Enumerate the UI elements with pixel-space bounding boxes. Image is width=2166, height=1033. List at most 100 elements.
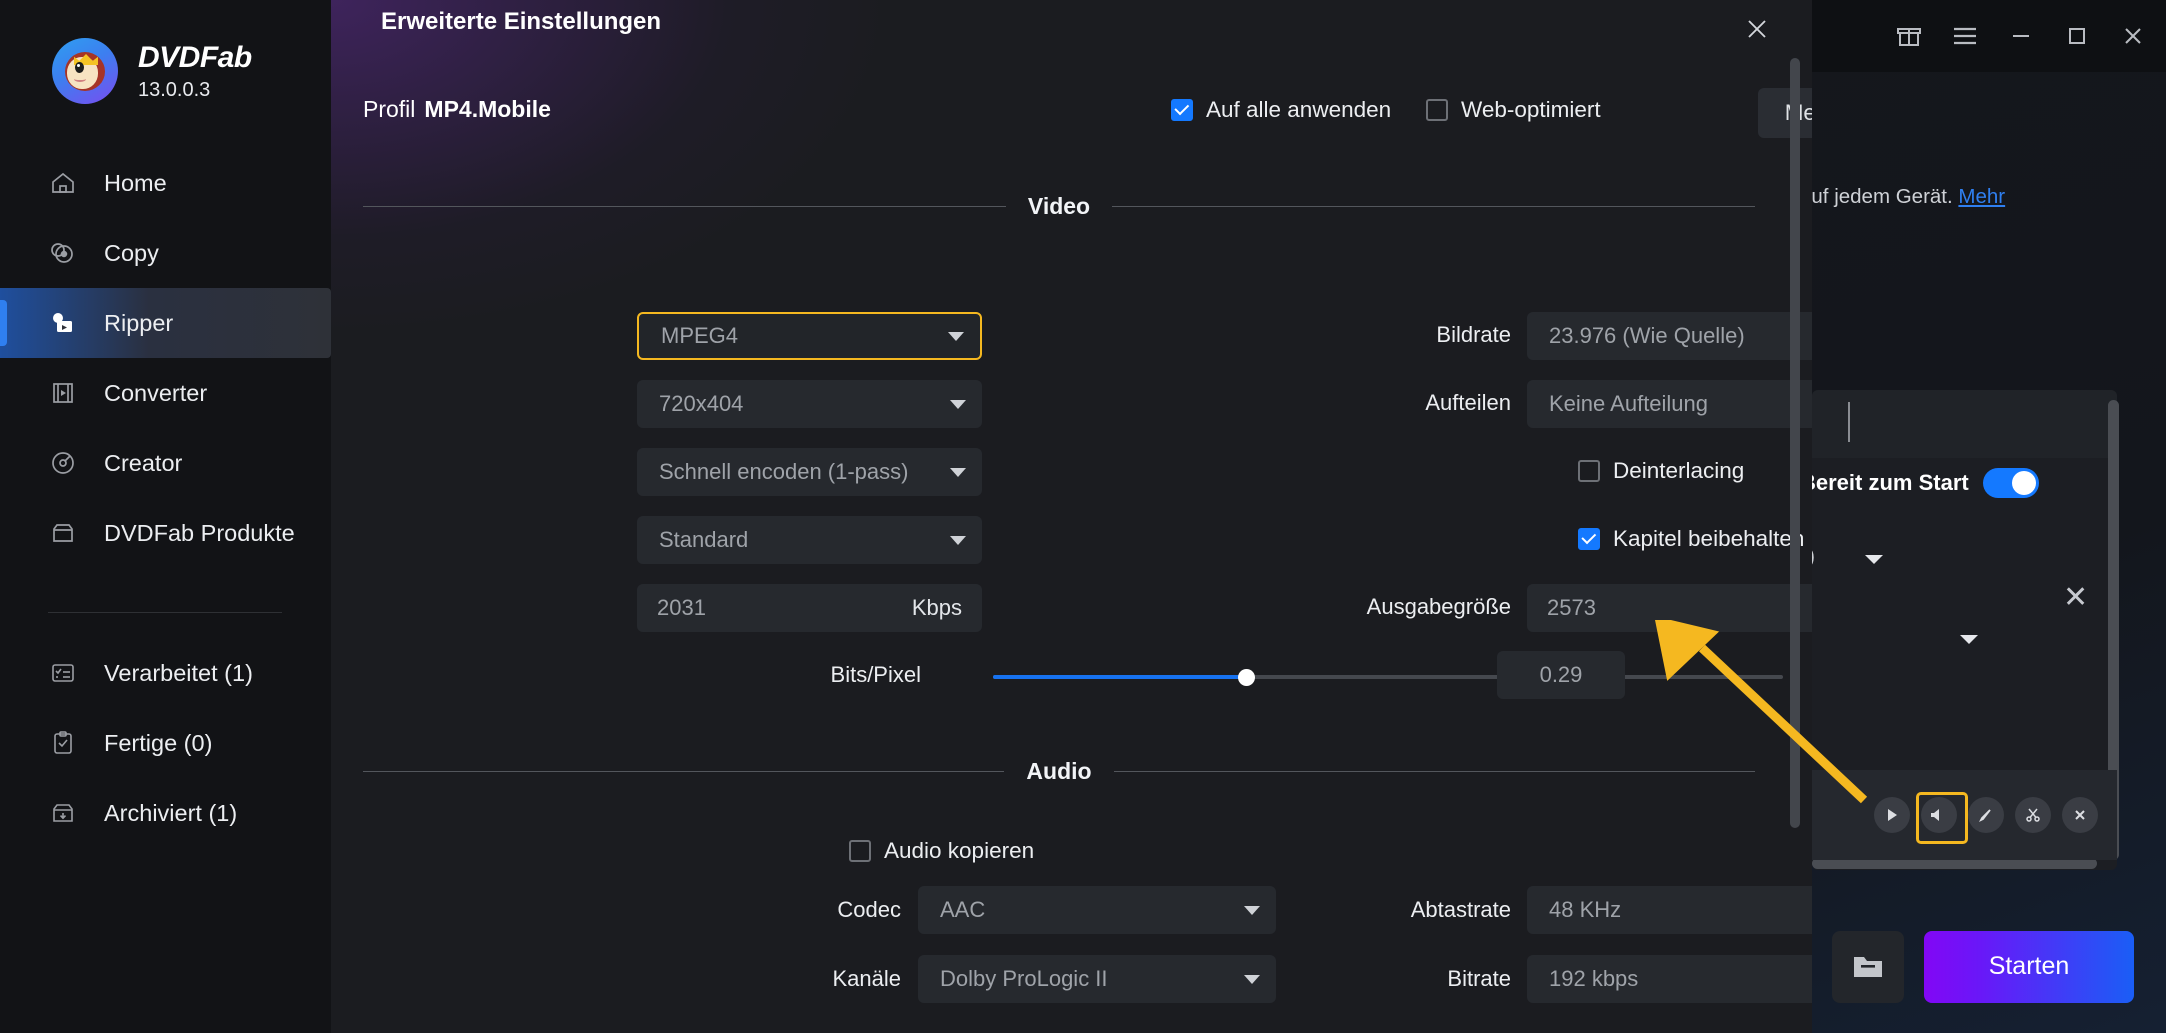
- chevron-down-icon: [1244, 975, 1260, 984]
- framerate-select[interactable]: 23.976 (Wie Quelle): [1527, 312, 1812, 360]
- apply-to-all-checkbox[interactable]: Auf alle anwenden: [1171, 97, 1391, 123]
- video-bitrate-unit: Kbps: [912, 595, 962, 621]
- sidebar-item-archiviert[interactable]: Archiviert (1): [0, 778, 331, 848]
- divider-line-right: [1114, 771, 1755, 772]
- chevron-down-icon: [1244, 906, 1260, 915]
- play-icon[interactable]: [1874, 797, 1910, 833]
- audio-icon[interactable]: [1921, 797, 1957, 833]
- brand-name: DVDFab: [138, 41, 252, 75]
- checkbox-label: Kapitel beibehalten: [1613, 526, 1804, 552]
- video-bitrate-input[interactable]: 2031 Kbps: [637, 584, 982, 632]
- checkbox-label: Audio kopieren: [884, 838, 1034, 864]
- audio-codec-label: Codec: [721, 897, 901, 923]
- sidebar-item-fertige[interactable]: Fertige (0): [0, 708, 331, 778]
- sidebar-item-label: Converter: [104, 380, 207, 407]
- remove-icon[interactable]: [2062, 797, 2098, 833]
- output-size-value: 2573: [1547, 595, 1812, 621]
- sidebar-item-label: Archiviert (1): [104, 800, 237, 827]
- divider-line-left: [363, 771, 1004, 772]
- copy-audio-checkbox[interactable]: Audio kopieren: [849, 838, 1034, 864]
- sidebar-item-creator[interactable]: Creator: [0, 428, 331, 498]
- audio-section-title: Audio: [1004, 758, 1113, 785]
- sidebar-item-label: Home: [104, 170, 167, 197]
- web-optimized-checkbox[interactable]: Web-optimiert: [1426, 97, 1601, 123]
- encoding-method-value: Schnell encoden (1-pass): [659, 459, 942, 485]
- video-codec-select[interactable]: MPEG4: [637, 312, 982, 360]
- framerate-value: 23.976 (Wie Quelle): [1549, 323, 1812, 349]
- promo-text: auf jedem Gerät. Mehr: [1800, 185, 2100, 209]
- menu-icon[interactable]: [1942, 13, 1988, 59]
- sidebar-item-home[interactable]: Home: [0, 148, 331, 218]
- sidebar-item-label: DVDFab Produkte: [104, 520, 295, 547]
- profile-row: ProfilMP4.Mobile Auf alle anwenden Web-o…: [331, 88, 1812, 140]
- sidebar-item-label: Copy: [104, 240, 159, 267]
- maximize-icon[interactable]: [2054, 13, 2100, 59]
- sidebar-nav: Home Copy Ripper: [0, 148, 331, 568]
- sidebar-item-label: Ripper: [104, 310, 173, 337]
- advanced-settings-dialog: Erweiterte Einstellungen ProfilMP4.Mobil…: [331, 0, 1812, 1033]
- folder-icon[interactable]: [1832, 931, 1904, 1003]
- bits-per-pixel-slider[interactable]: [993, 665, 1783, 689]
- sidebar-item-dvdfab-produkte[interactable]: DVDFab Produkte: [0, 498, 331, 568]
- checkbox-label: Auf alle anwenden: [1206, 97, 1391, 123]
- close-icon[interactable]: [1734, 6, 1780, 52]
- task-dropdown-caret-2[interactable]: [1960, 635, 1978, 644]
- keep-chapters-checkbox[interactable]: Kapitel beibehalten: [1578, 526, 1804, 552]
- slider-thumb[interactable]: [1238, 669, 1255, 686]
- bits-per-pixel-input[interactable]: 0.29: [1497, 651, 1625, 699]
- sample-rate-select[interactable]: 48 KHz: [1527, 886, 1812, 934]
- ready-to-start-label: Bereit zum Start: [1800, 470, 1969, 496]
- sidebar-item-label: Fertige (0): [104, 730, 212, 757]
- audio-channels-select[interactable]: Dolby ProLogic II: [918, 955, 1276, 1003]
- split-value: Keine Aufteilung: [1549, 391, 1812, 417]
- copy-disc-icon: [48, 238, 78, 268]
- checkbox-box: [849, 840, 871, 862]
- video-quality-select[interactable]: Standard: [637, 516, 982, 564]
- audio-bitrate-select[interactable]: 192 kbps: [1527, 955, 1812, 1003]
- profile-value: MP4.Mobile: [424, 96, 551, 122]
- sidebar-item-ripper[interactable]: Ripper: [0, 288, 331, 358]
- checkbox-label: Web-optimiert: [1461, 97, 1601, 123]
- converter-film-icon: [48, 378, 78, 408]
- sidebar-item-converter[interactable]: Converter: [0, 358, 331, 428]
- output-size-input[interactable]: 2573 MB: [1527, 584, 1812, 632]
- video-section-title: Video: [1006, 193, 1112, 220]
- sidebar-nav-lower: Verarbeitet (1) Fertige (0): [0, 638, 331, 848]
- sidebar-item-label: Creator: [104, 450, 182, 477]
- encoding-method-select[interactable]: Schnell encoden (1-pass): [637, 448, 982, 496]
- text-cursor: [1848, 402, 1850, 442]
- brand: DVDFab 13.0.0.3: [52, 38, 252, 104]
- dialog-title: Erweiterte Einstellungen: [381, 8, 661, 36]
- scissors-icon[interactable]: [2015, 797, 2051, 833]
- home-icon: [48, 168, 78, 198]
- promo-text-label: auf jedem Gerät.: [1800, 185, 1953, 208]
- audio-channels-value: Dolby ProLogic II: [940, 966, 1236, 992]
- resolution-select[interactable]: 720x404: [637, 380, 982, 428]
- edit-icon[interactable]: [1968, 797, 2004, 833]
- save-profile-button[interactable]: Meine Profil speichern: [1758, 88, 1812, 138]
- dialog-scrollbar[interactable]: [1790, 58, 1800, 828]
- sidebar-divider: [48, 612, 282, 613]
- sample-rate-label: Abtastrate: [1296, 897, 1511, 923]
- products-box-icon: [48, 518, 78, 548]
- profile-label: ProfilMP4.Mobile: [363, 96, 551, 123]
- ready-to-start-toggle[interactable]: [1983, 468, 2039, 498]
- split-select[interactable]: Keine Aufteilung: [1527, 380, 1812, 428]
- resolution-value: 720x404: [659, 391, 942, 417]
- checkbox-box: [1578, 528, 1600, 550]
- slider-fill: [993, 675, 1246, 679]
- gift-icon[interactable]: [1886, 13, 1932, 59]
- promo-more-link[interactable]: Mehr: [1958, 185, 2005, 208]
- close-icon[interactable]: [2110, 13, 2156, 59]
- sidebar-item-copy[interactable]: Copy: [0, 218, 331, 288]
- deinterlacing-checkbox[interactable]: Deinterlacing: [1578, 458, 1744, 484]
- audio-codec-select[interactable]: AAC: [918, 886, 1276, 934]
- task-dropdown-caret-1[interactable]: [1865, 555, 1883, 564]
- minimize-icon[interactable]: [1998, 13, 2044, 59]
- start-button[interactable]: Starten: [1924, 931, 2134, 1003]
- sidebar-item-verarbeitet[interactable]: Verarbeitet (1): [0, 638, 331, 708]
- bits-per-pixel-label: Bits/Pixel: [711, 662, 921, 688]
- ripper-icon: [48, 308, 78, 338]
- task-remove-icon[interactable]: ✕: [2063, 583, 2088, 613]
- video-codec-value: MPEG4: [661, 323, 940, 349]
